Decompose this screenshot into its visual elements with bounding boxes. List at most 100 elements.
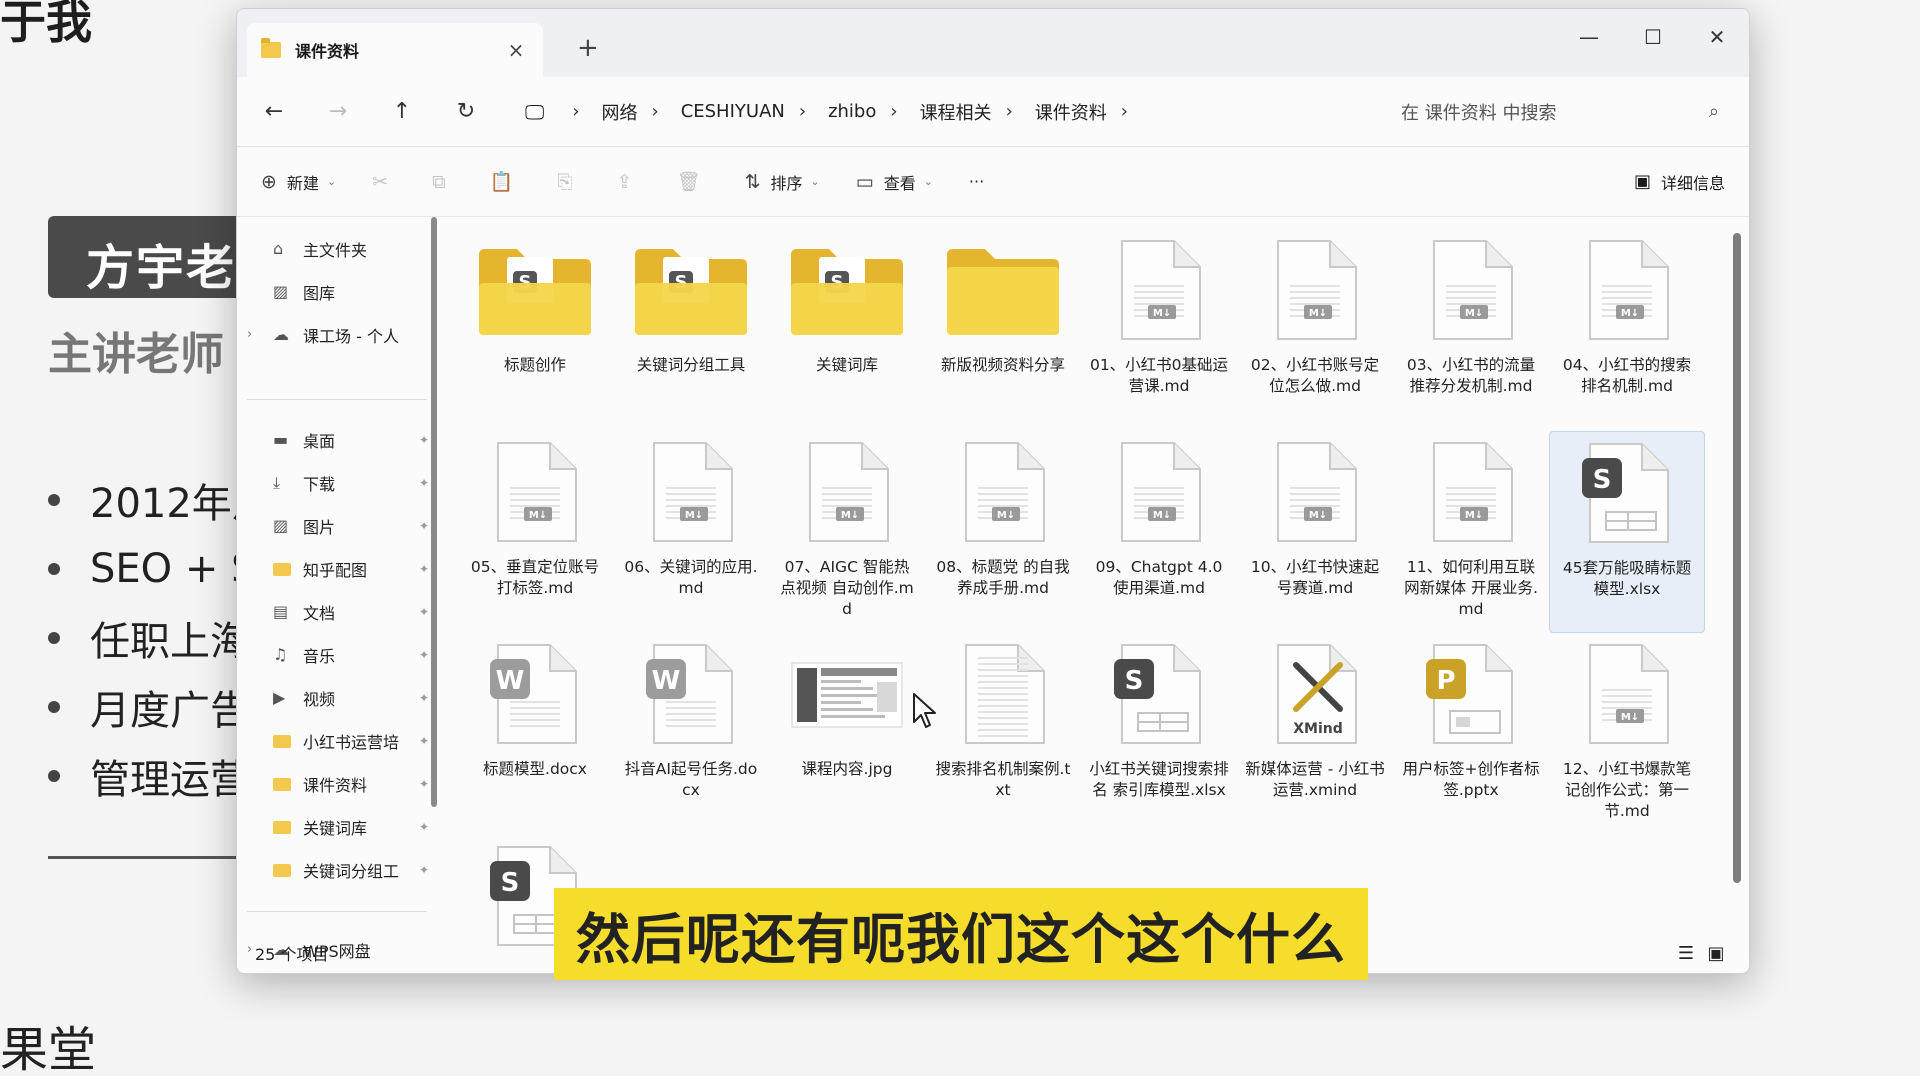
details-button[interactable]: ▣ 详细信息 [1634,170,1725,194]
pin-icon[interactable]: ✦ [419,433,429,447]
svg-text:M↓: M↓ [685,510,703,521]
folder-item[interactable]: S 关键词库 [769,229,925,431]
file-item[interactable]: M↓ 06、关键词的应用.md [613,431,769,633]
nav-item-pinned[interactable]: ▬ 桌面 ✦ [237,418,437,461]
tab-courseware[interactable]: 课件资料 × [247,23,543,77]
file-item[interactable]: XMind 新媒体运营 - 小红书运营.xmind [1237,633,1393,835]
file-item[interactable]: 课程内容.jpg [769,633,925,835]
file-item[interactable]: M↓ 12、小红书爆款笔记创作公式：第一节.md [1549,633,1705,835]
file-item[interactable]: P 用户标签+创作者标签.pptx [1393,633,1549,835]
pin-icon[interactable]: ✦ [419,863,429,877]
tab-title: 课件资料 [295,42,360,61]
file-item[interactable]: S 小红书关键词搜索排名 索引库模型.xlsx [1081,633,1237,835]
cut-button[interactable]: ✂ [372,171,388,193]
pin-icon[interactable]: ✦ [419,476,429,490]
file-item[interactable]: M↓ 03、小红书的流量推荐分发机制.md [1393,229,1549,431]
back-button[interactable]: ← [251,92,297,132]
tab-close-icon[interactable]: × [503,38,529,62]
content-scrollbar[interactable] [1733,233,1741,883]
nav-item-pinned[interactable]: ▤ 文档 ✦ [237,590,437,633]
file-item[interactable]: M↓ 04、小红书的搜索排名机制.md [1549,229,1705,431]
file-item[interactable]: M↓ 02、小红书账号定位怎么做.md [1237,229,1393,431]
chevron-right-icon[interactable]: › [890,101,897,122]
view-button[interactable]: ▭ 查看 ⌄ [856,170,933,194]
file-item[interactable]: M↓ 07、AIGC 智能热点视频 自动创作.md [769,431,925,633]
svg-text:S: S [1125,666,1144,696]
computer-icon[interactable]: 🖵 [525,100,544,124]
sort-button[interactable]: ⇅ 排序 ⌄ [745,170,820,194]
forward-button[interactable]: → [315,92,361,132]
chevron-right-icon[interactable]: › [572,101,579,122]
tile-view-icon[interactable]: ▣ [1701,943,1731,964]
file-item[interactable]: M↓ 10、小红书快速起号赛道.md [1237,431,1393,633]
folder-item[interactable]: 新版视频资料分享 [925,229,1081,431]
search-icon[interactable]: ⌕ [1709,101,1719,122]
pin-icon[interactable]: ✦ [419,777,429,791]
minimize-button[interactable]: — [1557,9,1621,65]
folder-item[interactable]: S 关键词分组工具 [613,229,769,431]
file-item[interactable]: M↓ 11、如何利用互联网新媒体 开展业务.md [1393,431,1549,633]
rename-button[interactable]: ⎘ [557,171,572,193]
folder-item[interactable]: S 标题创作 [457,229,613,431]
pin-icon[interactable]: ✦ [419,691,429,705]
search-input[interactable]: 在 课件资料 中搜索 ⌕ [1385,92,1735,132]
breadcrumb-zhibo[interactable]: zhibo [828,101,876,122]
breadcrumb-ceshiyuan[interactable]: CESHIYUAN [681,101,785,122]
share-button[interactable]: ⇪ [617,171,633,193]
file-item[interactable]: S 45套万能吸睛标题模型.xlsx [1549,431,1705,633]
pin-icon[interactable]: ✦ [419,820,429,834]
nav-item-pinned[interactable]: ▶ 视频 ✦ [237,676,437,719]
view-icon: ▭ [855,170,874,193]
more-button[interactable]: ··· [969,172,984,191]
breadcrumb-courseware[interactable]: 课件资料 [1035,99,1107,125]
maximize-button[interactable]: ☐ [1621,9,1685,65]
file-item[interactable]: M↓ 05、垂直定位账号打标签.md [457,431,613,633]
pin-icon[interactable]: ✦ [419,734,429,748]
pin-icon[interactable]: ✦ [419,562,429,576]
chevron-right-icon[interactable]: › [799,101,806,122]
new-button[interactable]: ⊕ 新建 ⌄ [261,170,336,194]
nav-item-pinned[interactable]: 课件资料 ✦ [237,762,437,805]
pin-icon[interactable]: ✦ [419,648,429,662]
nav-item-home[interactable]: ⌂ 主文件夹 [237,227,437,270]
paste-button[interactable]: 📋 [490,170,514,193]
file-item[interactable]: M↓ 01、小红书0基础运营课.md [1081,229,1237,431]
video-subtitle: 然后呢还有呃我们这个这个什么 [554,888,1368,980]
nav-item-pinned[interactable]: 关键词库 ✦ [237,805,437,848]
nav-item-gallery[interactable]: ▨ 图库 [237,270,437,313]
nav-item-pinned[interactable]: ♫ 音乐 ✦ [237,633,437,676]
copy-button[interactable]: ⧉ [432,171,446,193]
nav-scrollbar[interactable] [431,217,437,807]
nav-item-cloud-personal[interactable]: › ☁ 课工场 - 个人 [237,313,437,356]
file-item[interactable]: 搜索排名机制案例.txt [925,633,1081,835]
file-name: 04、小红书的搜索排名机制.md [1562,356,1692,395]
file-name: 新版视频资料分享 [940,356,1065,374]
chevron-right-icon[interactable]: › [1121,101,1128,122]
delete-button[interactable]: 🗑 [676,170,700,193]
nav-item-pinned[interactable]: ⤓ 下载 ✦ [237,461,437,504]
breadcrumb-course-related[interactable]: 课程相关 [920,99,992,125]
pin-icon[interactable]: ✦ [419,605,429,619]
chevron-right-icon[interactable]: › [651,101,658,122]
close-window-button[interactable]: ✕ [1685,9,1749,65]
pin-icon[interactable]: ✦ [419,519,429,533]
file-item[interactable]: W 标题模型.docx [457,633,613,835]
chevron-right-icon[interactable]: › [1006,101,1013,122]
nav-item-pinned[interactable]: 关键词分组工 ✦ [237,848,437,891]
nav-item-pinned[interactable]: 小红书运营培 ✦ [237,719,437,762]
chevron-right-icon[interactable]: › [247,327,252,342]
nav-item-pinned[interactable]: 知乎配图 ✦ [237,547,437,590]
new-tab-button[interactable]: + [577,33,599,63]
up-button[interactable]: ↑ [379,92,425,132]
refresh-button[interactable]: ↻ [443,92,489,132]
file-item[interactable]: W 抖音AI起号任务.docx [613,633,769,835]
nav-item-label: 音乐 [303,646,336,666]
svg-text:W: W [652,666,681,696]
breadcrumb[interactable]: 🖵 › 网络 › CESHIYUAN › zhibo › 课程相关 › 课件资料… [507,92,1385,132]
list-view-icon[interactable]: ☰ [1671,943,1701,964]
nav-item-pinned[interactable]: ▨ 图片 ✦ [237,504,437,547]
breadcrumb-network[interactable]: 网络 [601,99,637,125]
file-item[interactable]: M↓ 09、Chatgpt 4.0使用渠道.md [1081,431,1237,633]
file-item[interactable]: M↓ 08、标题党 的自我养成手册.md [925,431,1081,633]
folder-icon [273,817,297,836]
